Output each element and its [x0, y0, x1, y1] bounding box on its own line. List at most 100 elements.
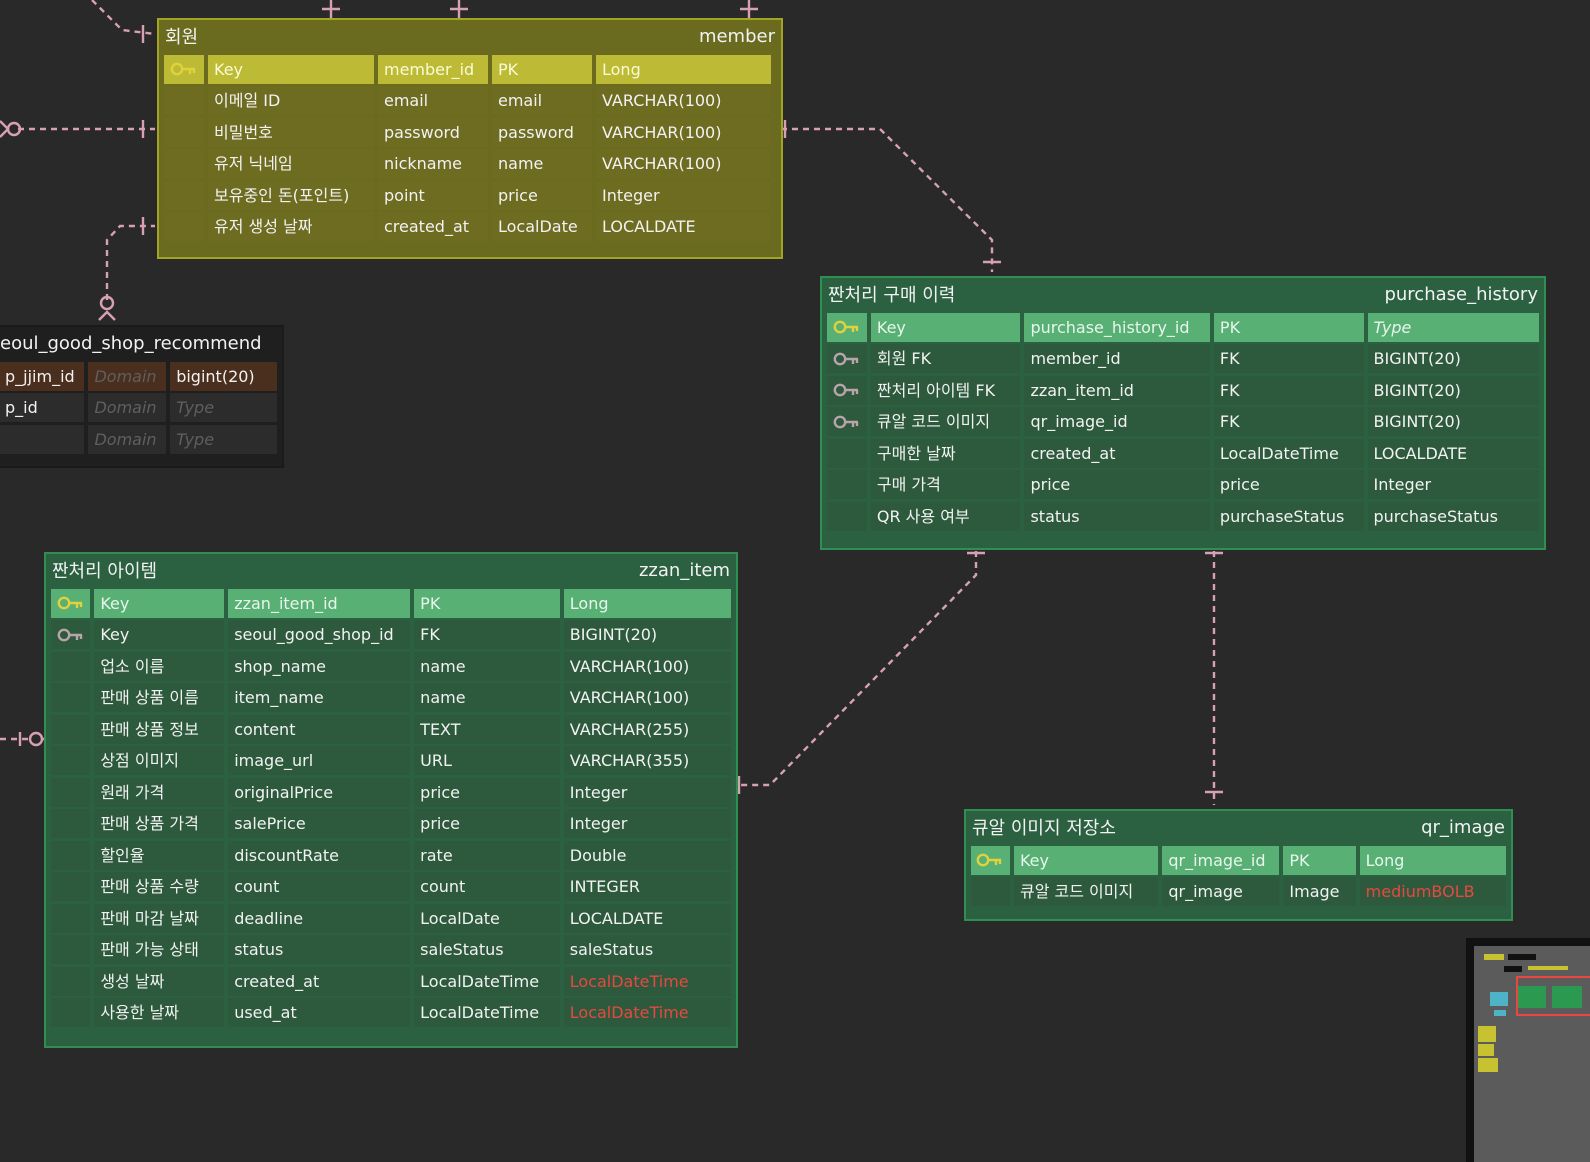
foreign-key-icon [827, 375, 867, 405]
row-icon-slot [51, 651, 91, 681]
cell: 이메일 ID [208, 86, 374, 115]
table-header[interactable]: eoul_good_shop_recommend [0, 327, 277, 359]
cell: 판매 상품 정보 [94, 714, 225, 744]
cell: Type [170, 424, 277, 454]
relation-marker [740, 0, 758, 18]
table-row[interactable]: 유저 생성 날짜 created_at LocalDate LOCALDATE [164, 212, 776, 241]
table-row[interactable]: Key seoul_good_shop_id FK BIGINT(20) [51, 620, 731, 649]
relation-line [91, 0, 156, 36]
cell: password [492, 117, 592, 147]
primary-key-row[interactable]: Key member_id PK Long [164, 54, 776, 84]
relation-line [722, 540, 978, 787]
cell: 회원 FK [870, 344, 1021, 373]
cell: price [492, 180, 592, 210]
table-row[interactable]: 업소 이름 shop_name name VARCHAR(100) [51, 651, 731, 681]
cell: FK [1213, 375, 1364, 405]
cell: 보유중인 돈(포인트) [208, 180, 374, 210]
cell: BIGINT(20) [563, 620, 731, 649]
cell: 큐알 코드 이미지 [870, 407, 1021, 436]
table-row[interactable]: 판매 상품 정보 content TEXT VARCHAR(255) [51, 714, 731, 744]
cell: 구매 가격 [870, 470, 1021, 499]
key-icon [827, 312, 867, 342]
row-icon-slot [164, 86, 204, 115]
table-row[interactable]: QR 사용 여부 status purchaseStatus purchaseStat… [827, 501, 1539, 531]
key-cell: PK [1283, 845, 1356, 875]
table-row[interactable]: 판매 상품 이름 item_name name VARCHAR(100) [51, 683, 731, 712]
table-row[interactable]: 상점 이미지 image_url URL VARCHAR(355) [51, 746, 731, 775]
primary-key-row[interactable]: Key purchase_history_id PK Type [827, 312, 1539, 342]
row-icon-slot [51, 777, 91, 807]
erd-canvas[interactable]: 회원 member Key member_id PK Long 이메일 ID email ema… [0, 0, 1590, 1162]
cell: QR 사용 여부 [870, 501, 1021, 531]
key-icon [51, 588, 91, 618]
cell: p_id [0, 393, 85, 422]
cell: LOCALDATE [596, 212, 771, 241]
table-seoul-good-shop-recommend[interactable]: eoul_good_shop_recommend p_jjim_id Domain b… [0, 325, 284, 468]
table-row[interactable]: 유저 닉네임 nickname name VARCHAR(100) [164, 149, 776, 178]
cell: 판매 상품 이름 [94, 683, 225, 712]
table-row[interactable]: 회원 FK member_id FK BIGINT(20) [827, 344, 1539, 373]
table-row[interactable]: 비밀번호 password password VARCHAR(100) [164, 117, 776, 147]
row-icon-slot [827, 470, 867, 499]
foreign-key-icon [827, 344, 867, 373]
table-row[interactable]: 생성 날짜 created_at LocalDateTime LocalDateTim… [51, 966, 731, 996]
cell: Integer [563, 777, 731, 807]
cell: created_at [378, 212, 488, 241]
foreign-key-icon [827, 407, 867, 436]
relation-line [105, 224, 155, 300]
cell: price [414, 777, 560, 807]
key-cell: member_id [378, 54, 488, 84]
row-icon-slot [51, 903, 91, 933]
cell: 유저 닉네임 [208, 149, 374, 178]
table-row[interactable]: 구매한 날짜 created_at LocalDateTime LOCALDATE [827, 438, 1539, 468]
table-row[interactable]: 원래 가격 originalPrice price Integer [51, 777, 731, 807]
table-row[interactable]: 구매 가격 price price Integer [827, 470, 1539, 499]
table-row[interactable]: 판매 마감 날짜 deadline LocalDate LOCALDATE [51, 903, 731, 933]
cell: mediumBOLB [1359, 877, 1506, 906]
minimap[interactable] [1466, 938, 1590, 1162]
table-row[interactable]: 사용한 날짜 used_at LocalDateTime LocalDateTime [51, 998, 731, 1027]
primary-key-row[interactable]: Key qr_image_id PK Long [971, 845, 1506, 875]
table-member[interactable]: 회원 member Key member_id PK Long 이메일 ID email ema… [157, 18, 783, 259]
cell: 사용한 날짜 [94, 998, 225, 1027]
table-row[interactable]: p_id Domain Type [0, 393, 277, 422]
table-row[interactable]: 큐알 코드 이미지 qr_image_id FK BIGINT(20) [827, 407, 1539, 436]
table-zzan-item[interactable]: 짠처리 아이템 zzan_item Key zzan_item_id PK Long Key… [44, 552, 738, 1048]
table-row[interactable]: 판매 가능 상태 status saleStatus saleStatus [51, 935, 731, 964]
table-row[interactable]: Domain Type [0, 424, 277, 454]
cell: 할인율 [94, 840, 225, 870]
cell: discountRate [228, 840, 411, 870]
minimap-table [1484, 954, 1504, 960]
cell: VARCHAR(100) [596, 149, 771, 178]
cell: salePrice [228, 809, 411, 838]
key-cell: purchase_history_id [1024, 312, 1210, 342]
table-row[interactable]: 보유중인 돈(포인트) point price Integer [164, 180, 776, 210]
table-row[interactable]: 이메일 ID email email VARCHAR(100) [164, 86, 776, 115]
row-icon-slot [51, 809, 91, 838]
table-row[interactable]: 짠처리 아이템 FK zzan_item_id FK BIGINT(20) [827, 375, 1539, 405]
cell: Domain [88, 361, 167, 391]
table-header[interactable]: 짠처리 구매 이력 purchase_history [827, 278, 1539, 310]
row-icon-slot [827, 501, 867, 531]
cell: zzan_item_id [1024, 375, 1210, 405]
table-header[interactable]: 큐알 이미지 저장소 qr_image [971, 811, 1506, 843]
table-purchase-history[interactable]: 짠처리 구매 이력 purchase_history Key purchase_his… [820, 276, 1546, 550]
cell: item_name [228, 683, 411, 712]
table-qr-image[interactable]: 큐알 이미지 저장소 qr_image Key qr_image_id PK Long 큐알… [964, 809, 1513, 921]
cell: count [414, 872, 560, 901]
cell: Integer [563, 809, 731, 838]
table-row[interactable]: 큐알 코드 이미지 qr_image Image mediumBOLB [971, 877, 1506, 906]
cell: name [414, 683, 560, 712]
cell: LocalDate [414, 903, 560, 933]
cell: BIGINT(20) [1367, 407, 1539, 436]
table-row[interactable]: 판매 상품 수량 count count INTEGER [51, 872, 731, 901]
cell: password [378, 117, 488, 147]
cell: 구매한 날짜 [870, 438, 1021, 468]
cell: created_at [1024, 438, 1210, 468]
table-row[interactable]: 할인율 discountRate rate Double [51, 840, 731, 870]
table-header[interactable]: 회원 member [164, 20, 776, 52]
table-row[interactable]: p_jjim_id Domain bigint(20) [0, 361, 277, 391]
table-row[interactable]: 판매 상품 가격 salePrice price Integer [51, 809, 731, 838]
primary-key-row[interactable]: Key zzan_item_id PK Long [51, 588, 731, 618]
table-header[interactable]: 짠처리 아이템 zzan_item [51, 554, 731, 586]
